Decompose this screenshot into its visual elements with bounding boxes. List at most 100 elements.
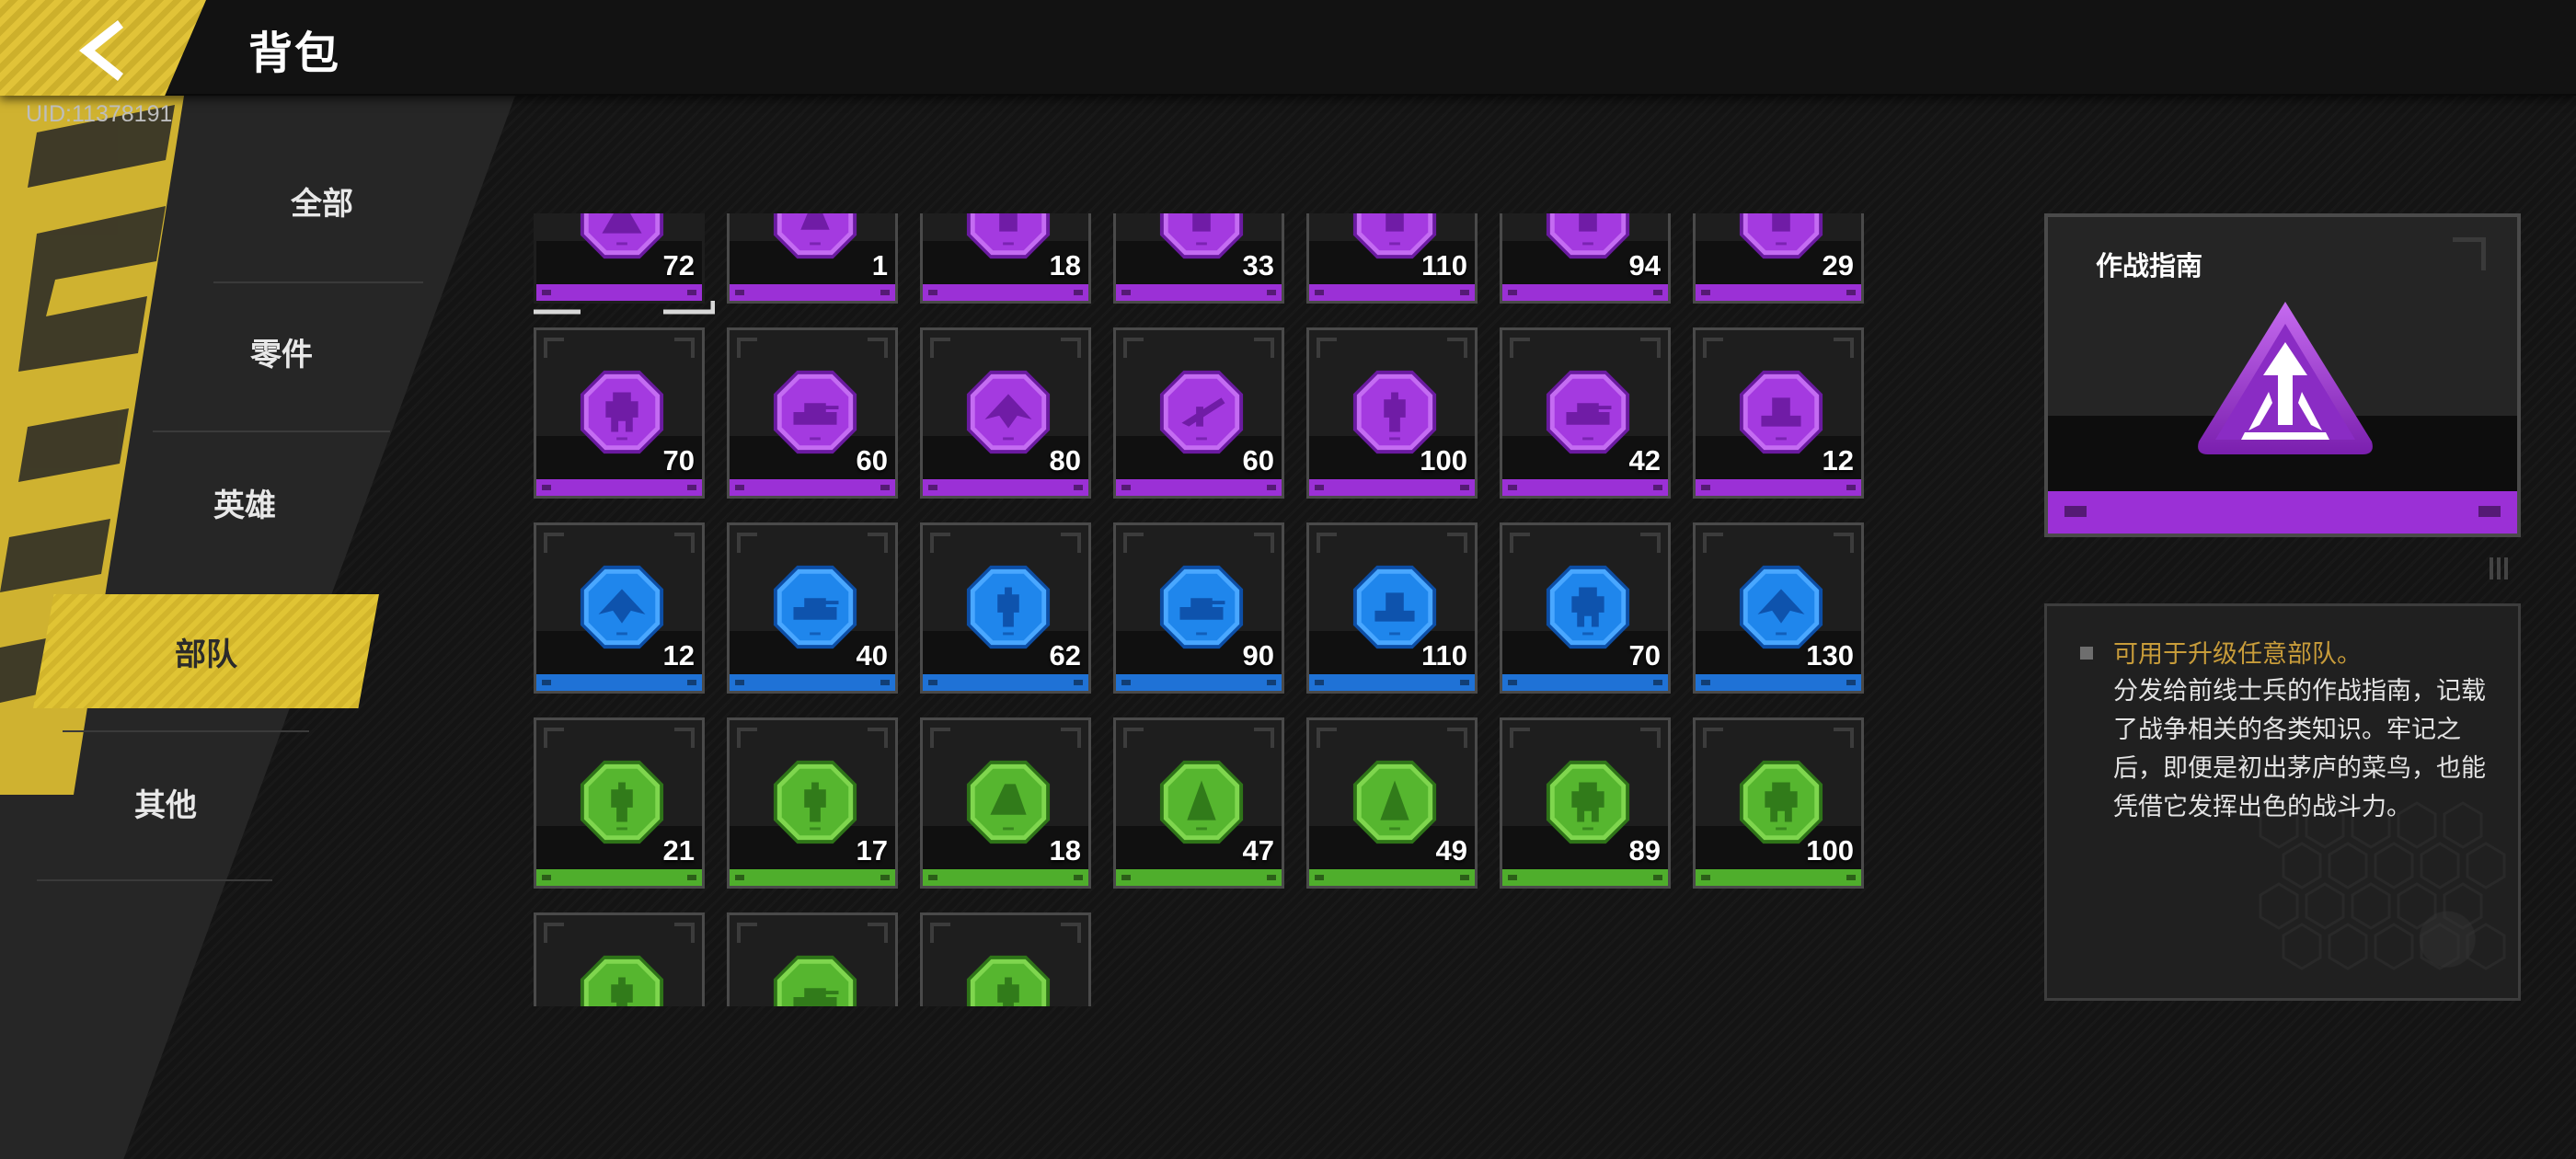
- rarity-bar: [1309, 284, 1475, 301]
- rarity-bar: [1309, 674, 1475, 691]
- detail-highlight: 可用于升级任意部队。: [2113, 640, 2362, 669]
- corner-decoration: [544, 338, 564, 358]
- top-bar: 背包: [0, 0, 2576, 96]
- inventory-item[interactable]: 18: [920, 213, 1091, 304]
- corner-decoration: [1834, 728, 1854, 748]
- inventory-item[interactable]: 60: [727, 327, 898, 499]
- item-quantity: 21: [662, 834, 695, 866]
- sniper-icon: [1159, 370, 1244, 454]
- inventory-item[interactable]: 42: [1500, 327, 1671, 499]
- item-quantity: 42: [1628, 444, 1661, 476]
- rarity-bar: [1696, 284, 1861, 301]
- purple-flask-icon: [773, 213, 857, 259]
- corner-decoration: [544, 923, 564, 943]
- nav-item-other[interactable]: 其他: [28, 765, 304, 839]
- inventory-item[interactable]: 49: [1306, 717, 1478, 889]
- inventory-item[interactable]: 60: [1113, 327, 1284, 499]
- back-arrow-icon: [79, 20, 123, 81]
- nav-item-parts[interactable]: 零件: [144, 315, 420, 388]
- mech-icon: [1546, 565, 1630, 649]
- soldier-icon: [773, 760, 857, 844]
- inventory-item[interactable]: 29: [1693, 213, 1864, 304]
- inventory-item-selected[interactable]: 72: [534, 213, 716, 315]
- item-quantity: 1: [871, 249, 888, 281]
- inventory-item[interactable]: 110: [1306, 213, 1478, 304]
- inventory-item[interactable]: 94: [1500, 213, 1671, 304]
- inventory-item[interactable]: 40: [727, 522, 898, 694]
- corner-decoration: [1703, 338, 1723, 358]
- inventory-item[interactable]: 21: [534, 717, 705, 889]
- corner-decoration: [1447, 728, 1467, 748]
- corner-decoration: [1703, 728, 1723, 748]
- inventory-item[interactable]: 110: [1306, 522, 1478, 694]
- rarity-bar: [730, 869, 895, 886]
- item-quantity: 33: [1242, 249, 1274, 281]
- inventory-item[interactable]: [920, 912, 1091, 1006]
- inventory-item[interactable]: 89: [1500, 717, 1671, 889]
- item-quantity: 72: [662, 249, 695, 281]
- unit-badge-icon: [966, 213, 1051, 259]
- nav-item-troops[interactable]: 部队: [68, 614, 344, 688]
- nav-item-all[interactable]: 全部: [184, 164, 460, 237]
- tank-icon: [773, 370, 857, 454]
- inventory-item[interactable]: 130: [1693, 522, 1864, 694]
- inventory-item[interactable]: [727, 912, 898, 1006]
- corner-decoration: [1123, 728, 1144, 748]
- tank-icon: [1546, 370, 1630, 454]
- inventory-item[interactable]: 12: [1693, 327, 1864, 499]
- rarity-bar: [536, 479, 702, 496]
- corner-decoration: [1254, 533, 1274, 553]
- inventory-item[interactable]: 100: [1306, 327, 1478, 499]
- nav-divider: [213, 281, 423, 283]
- mech-icon: [1546, 760, 1630, 844]
- corner-decoration: [1510, 533, 1530, 553]
- jet-icon: [580, 565, 664, 649]
- inventory-item[interactable]: 100: [1693, 717, 1864, 889]
- unit-badge-icon: [1546, 213, 1630, 259]
- corner-decoration: [1123, 338, 1144, 358]
- corner-decoration: [1510, 728, 1530, 748]
- inventory-item[interactable]: 62: [920, 522, 1091, 694]
- item-quantity: 47: [1242, 834, 1274, 866]
- corner-decoration: [674, 338, 695, 358]
- corner-decoration: [1317, 728, 1337, 748]
- inventory-item[interactable]: 70: [534, 327, 705, 499]
- detail-card: 作战指南: [2044, 213, 2521, 537]
- item-quantity: 29: [1822, 249, 1854, 281]
- item-quantity: 18: [1049, 834, 1081, 866]
- inventory-item[interactable]: 1: [727, 213, 898, 304]
- rarity-bar: [1502, 479, 1668, 496]
- corner-decoration: [930, 338, 950, 358]
- inventory-item[interactable]: 80: [920, 327, 1091, 499]
- corner-decoration: [1447, 338, 1467, 358]
- corner-decoration: [1254, 728, 1274, 748]
- description-box: 可用于升级任意部队。 分发给前线士兵的作战指南，记载了战争相关的各类知识。牢记之…: [2044, 603, 2521, 1001]
- rarity-bar: [923, 869, 1088, 886]
- back-button[interactable]: [0, 0, 206, 96]
- rarity-bar: [1309, 479, 1475, 496]
- unit-badge-icon: [1159, 213, 1244, 259]
- rarity-bar: [536, 674, 702, 691]
- inventory-item[interactable]: 47: [1113, 717, 1284, 889]
- item-quantity: 62: [1049, 639, 1081, 671]
- inventory-item[interactable]: 33: [1113, 213, 1284, 304]
- cloak-icon: [1352, 760, 1437, 844]
- corner-decoration: [868, 338, 888, 358]
- rarity-bar: [1116, 284, 1282, 301]
- inventory-item[interactable]: 18: [920, 717, 1091, 889]
- inventory-item[interactable]: 17: [727, 717, 898, 889]
- item-quantity: 12: [1822, 444, 1854, 476]
- corner-decoration: [1640, 533, 1661, 553]
- inventory-item[interactable]: 70: [1500, 522, 1671, 694]
- scout-icon: [966, 760, 1051, 844]
- rarity-bar: [730, 674, 895, 691]
- nav-item-heroes[interactable]: 英雄: [107, 465, 383, 539]
- corner-decoration: [674, 923, 695, 943]
- corner-decoration: [1834, 338, 1854, 358]
- nav-divider: [63, 730, 309, 732]
- rarity-bar: [1116, 674, 1282, 691]
- inventory-item[interactable]: 12: [534, 522, 705, 694]
- rarity-bar: [923, 479, 1088, 496]
- inventory-item[interactable]: [534, 912, 705, 1006]
- inventory-item[interactable]: 90: [1113, 522, 1284, 694]
